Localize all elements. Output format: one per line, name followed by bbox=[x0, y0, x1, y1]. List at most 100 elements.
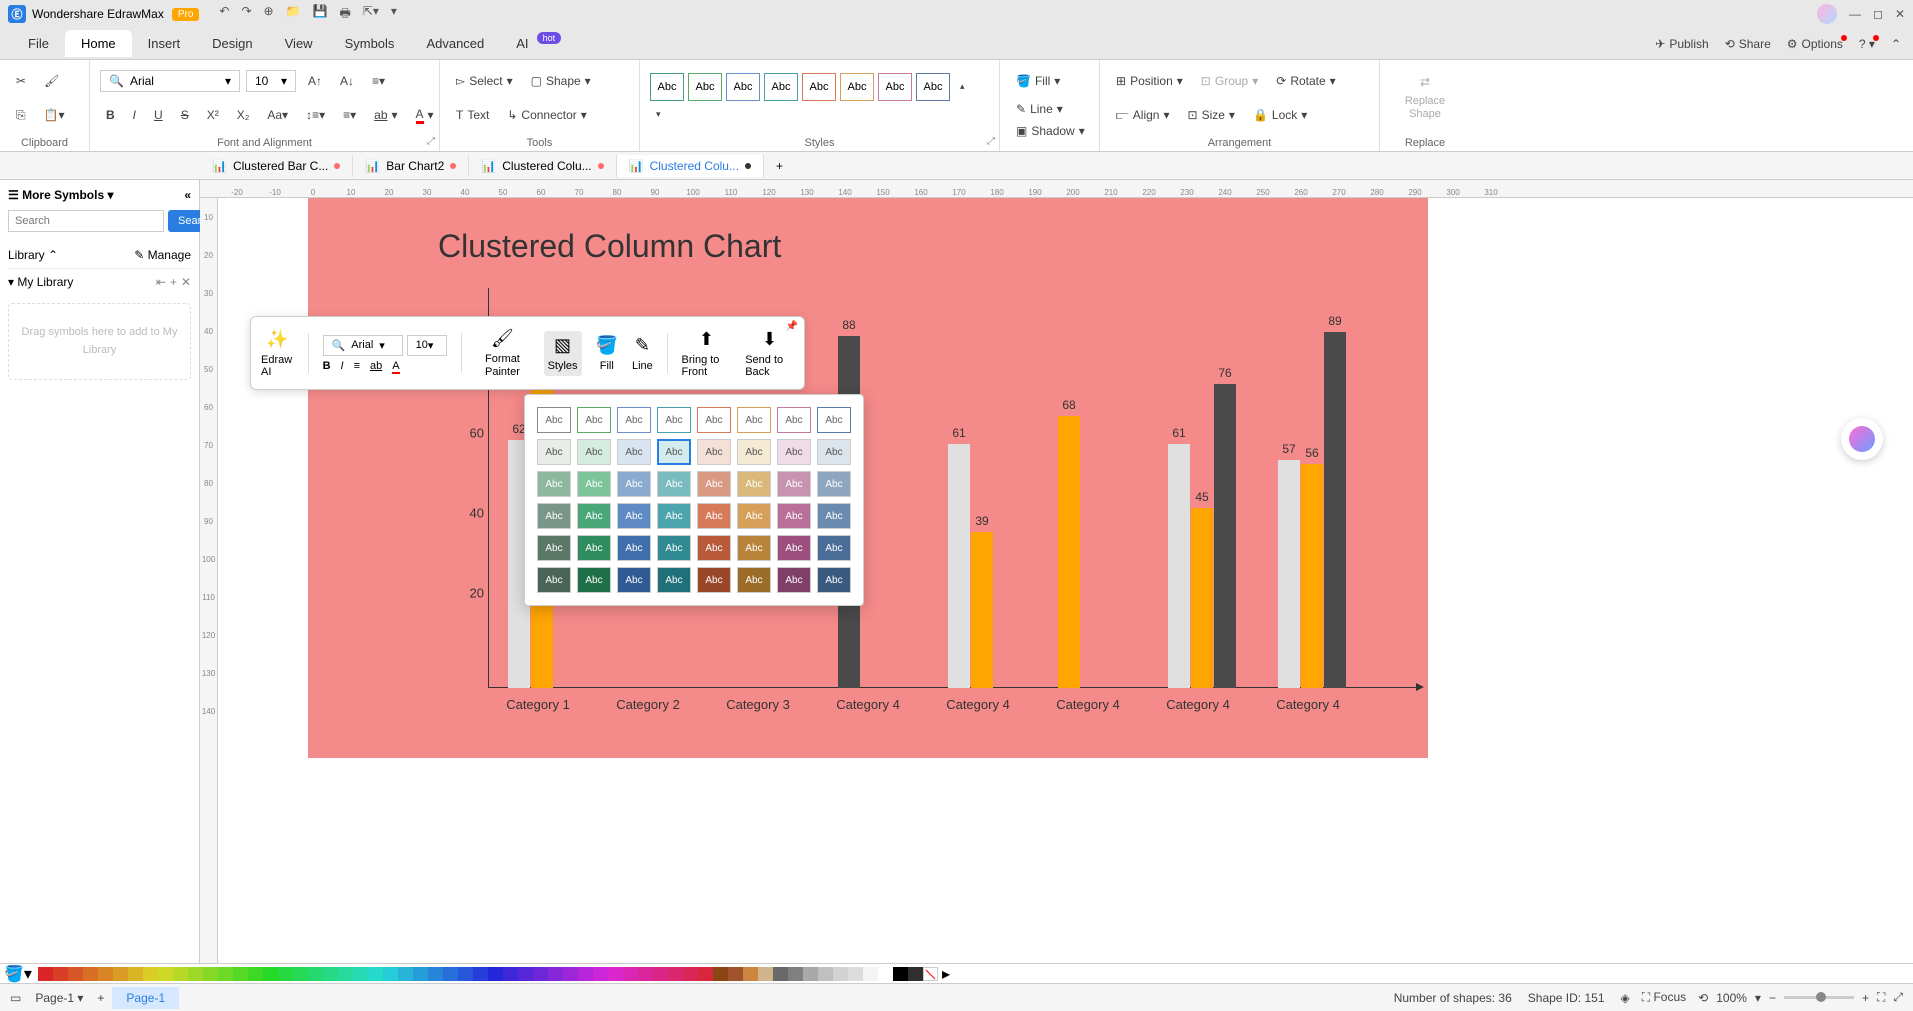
shape-tool[interactable]: ▢ Shape ▾ bbox=[525, 70, 597, 92]
style-swatch[interactable]: Abc bbox=[537, 535, 571, 561]
color-swatch[interactable] bbox=[113, 967, 128, 981]
color-swatch[interactable] bbox=[128, 967, 143, 981]
layers-icon[interactable]: ◈ bbox=[1621, 991, 1630, 1005]
color-swatch[interactable] bbox=[383, 967, 398, 981]
style-swatch[interactable]: Abc bbox=[737, 407, 771, 433]
style-swatch[interactable]: Abc bbox=[916, 73, 950, 101]
select-tool[interactable]: ▻ Select ▾ bbox=[450, 70, 519, 92]
color-swatch[interactable] bbox=[263, 967, 278, 981]
collapse-ribbon-icon[interactable]: ⌃ bbox=[1891, 37, 1901, 51]
color-swatch[interactable] bbox=[188, 967, 203, 981]
float-color-icon[interactable]: A bbox=[392, 360, 399, 372]
style-swatch[interactable]: Abc bbox=[777, 503, 811, 529]
styles-scroll-up[interactable]: ▴ bbox=[954, 77, 971, 96]
float-line-button[interactable]: ✎Line bbox=[632, 335, 653, 372]
tab-insert[interactable]: Insert bbox=[132, 30, 197, 57]
zoom-out-icon[interactable]: − bbox=[1769, 991, 1776, 1005]
align-icon[interactable]: ≡▾ bbox=[366, 70, 391, 92]
color-swatch[interactable] bbox=[308, 967, 323, 981]
font-size-select[interactable]: 10▾ bbox=[246, 70, 296, 92]
style-swatch[interactable]: Abc bbox=[777, 407, 811, 433]
style-swatch[interactable]: Abc bbox=[657, 471, 691, 497]
text-tool[interactable]: T Text bbox=[450, 104, 495, 126]
shadow-button[interactable]: ▣ Shadow ▾ bbox=[1010, 120, 1091, 142]
color-swatch[interactable] bbox=[833, 967, 848, 981]
case-icon[interactable]: Aa▾ bbox=[261, 104, 294, 126]
close-icon[interactable]: ✕ bbox=[1895, 7, 1905, 21]
minimize-icon[interactable]: — bbox=[1849, 7, 1861, 21]
color-swatch[interactable] bbox=[818, 967, 833, 981]
zoom-value[interactable]: 100% bbox=[1716, 991, 1747, 1005]
style-swatch[interactable]: Abc bbox=[737, 567, 771, 593]
float-format-painter[interactable]: 🖌Format Painter bbox=[475, 328, 529, 377]
add-tab-icon[interactable]: + bbox=[764, 159, 795, 173]
style-swatch[interactable]: Abc bbox=[697, 439, 731, 465]
style-swatch[interactable]: Abc bbox=[802, 73, 836, 101]
underline-icon[interactable]: U bbox=[148, 104, 169, 126]
manage-button[interactable]: ✎ Manage bbox=[134, 248, 191, 262]
style-swatch[interactable]: Abc bbox=[777, 535, 811, 561]
color-swatch[interactable] bbox=[83, 967, 98, 981]
font-color-icon[interactable]: A▾ bbox=[410, 103, 440, 128]
style-swatch[interactable]: Abc bbox=[737, 535, 771, 561]
style-swatch[interactable]: Abc bbox=[657, 567, 691, 593]
color-swatch[interactable] bbox=[278, 967, 293, 981]
color-swatch[interactable] bbox=[563, 967, 578, 981]
page-tab[interactable]: Page-1 bbox=[112, 987, 179, 1009]
font-family-select[interactable]: 🔍 Arial▾ bbox=[100, 70, 240, 92]
color-swatch[interactable] bbox=[653, 967, 668, 981]
color-swatch[interactable] bbox=[173, 967, 188, 981]
page-select[interactable]: Page-1 ▾ bbox=[35, 991, 83, 1005]
float-styles-button[interactable]: ▧Styles bbox=[544, 331, 582, 376]
color-swatch[interactable] bbox=[623, 967, 638, 981]
connector-tool[interactable]: ↳ Connector ▾ bbox=[501, 104, 592, 126]
color-swatch[interactable] bbox=[413, 967, 428, 981]
zoom-slider[interactable] bbox=[1784, 996, 1854, 999]
float-send-back[interactable]: ⬇Send to Back bbox=[745, 329, 794, 378]
float-bring-front[interactable]: ⬆Bring to Front bbox=[682, 329, 732, 378]
import-lib-icon[interactable]: ⇤ bbox=[156, 275, 166, 289]
color-swatch[interactable] bbox=[368, 967, 383, 981]
lock-button[interactable]: 🔒 Lock ▾ bbox=[1247, 104, 1313, 126]
float-fill-button[interactable]: 🪣Fill bbox=[596, 335, 618, 372]
color-swatch[interactable] bbox=[98, 967, 113, 981]
style-swatch[interactable]: Abc bbox=[697, 567, 731, 593]
color-swatch[interactable] bbox=[698, 967, 713, 981]
float-font-select[interactable]: 🔍 Arial ▾ bbox=[323, 335, 403, 356]
style-swatch[interactable]: Abc bbox=[697, 535, 731, 561]
color-swatch[interactable] bbox=[668, 967, 683, 981]
float-align-icon[interactable]: ≡ bbox=[354, 360, 360, 372]
fill-button[interactable]: 🪣 Fill ▾ bbox=[1010, 70, 1066, 92]
style-swatch[interactable]: Abc bbox=[617, 439, 651, 465]
color-swatch[interactable] bbox=[728, 967, 743, 981]
mylibrary-label[interactable]: ▾ My Library bbox=[8, 275, 73, 289]
style-swatch[interactable]: Abc bbox=[817, 439, 851, 465]
chart-bar[interactable]: 68 bbox=[1058, 416, 1080, 688]
style-swatch[interactable]: Abc bbox=[537, 567, 571, 593]
color-swatch[interactable] bbox=[158, 967, 173, 981]
color-swatch[interactable] bbox=[458, 967, 473, 981]
style-swatch[interactable]: Abc bbox=[764, 73, 798, 101]
float-italic-icon[interactable]: I bbox=[341, 360, 344, 372]
style-swatch[interactable]: Abc bbox=[577, 439, 611, 465]
chart-bar[interactable]: 39 bbox=[971, 532, 993, 688]
fill-tool-icon[interactable]: 🪣▾ bbox=[4, 964, 32, 984]
color-swatch[interactable] bbox=[233, 967, 248, 981]
help-icon[interactable]: ? ▾ bbox=[1859, 37, 1875, 51]
style-swatch[interactable]: Abc bbox=[817, 567, 851, 593]
undo-icon[interactable]: ↶ bbox=[219, 4, 229, 25]
style-swatch[interactable]: Abc bbox=[697, 471, 731, 497]
color-swatch[interactable] bbox=[68, 967, 83, 981]
style-swatch[interactable]: Abc bbox=[726, 73, 760, 101]
document-tab[interactable]: 📊Bar Chart2 bbox=[353, 155, 469, 177]
styles-dialog-launcher[interactable]: ⤢ bbox=[987, 136, 995, 147]
options-button[interactable]: ⚙ Options bbox=[1787, 37, 1843, 51]
color-swatch[interactable] bbox=[608, 967, 623, 981]
color-swatch[interactable] bbox=[548, 967, 563, 981]
chart-bar[interactable]: 61 bbox=[948, 444, 970, 688]
tab-symbols[interactable]: Symbols bbox=[329, 30, 411, 57]
zoom-reset-icon[interactable]: ⟲ bbox=[1698, 991, 1708, 1005]
position-button[interactable]: ⊞ Position ▾ bbox=[1110, 70, 1189, 92]
color-swatch[interactable] bbox=[218, 967, 233, 981]
color-swatch[interactable] bbox=[323, 967, 338, 981]
